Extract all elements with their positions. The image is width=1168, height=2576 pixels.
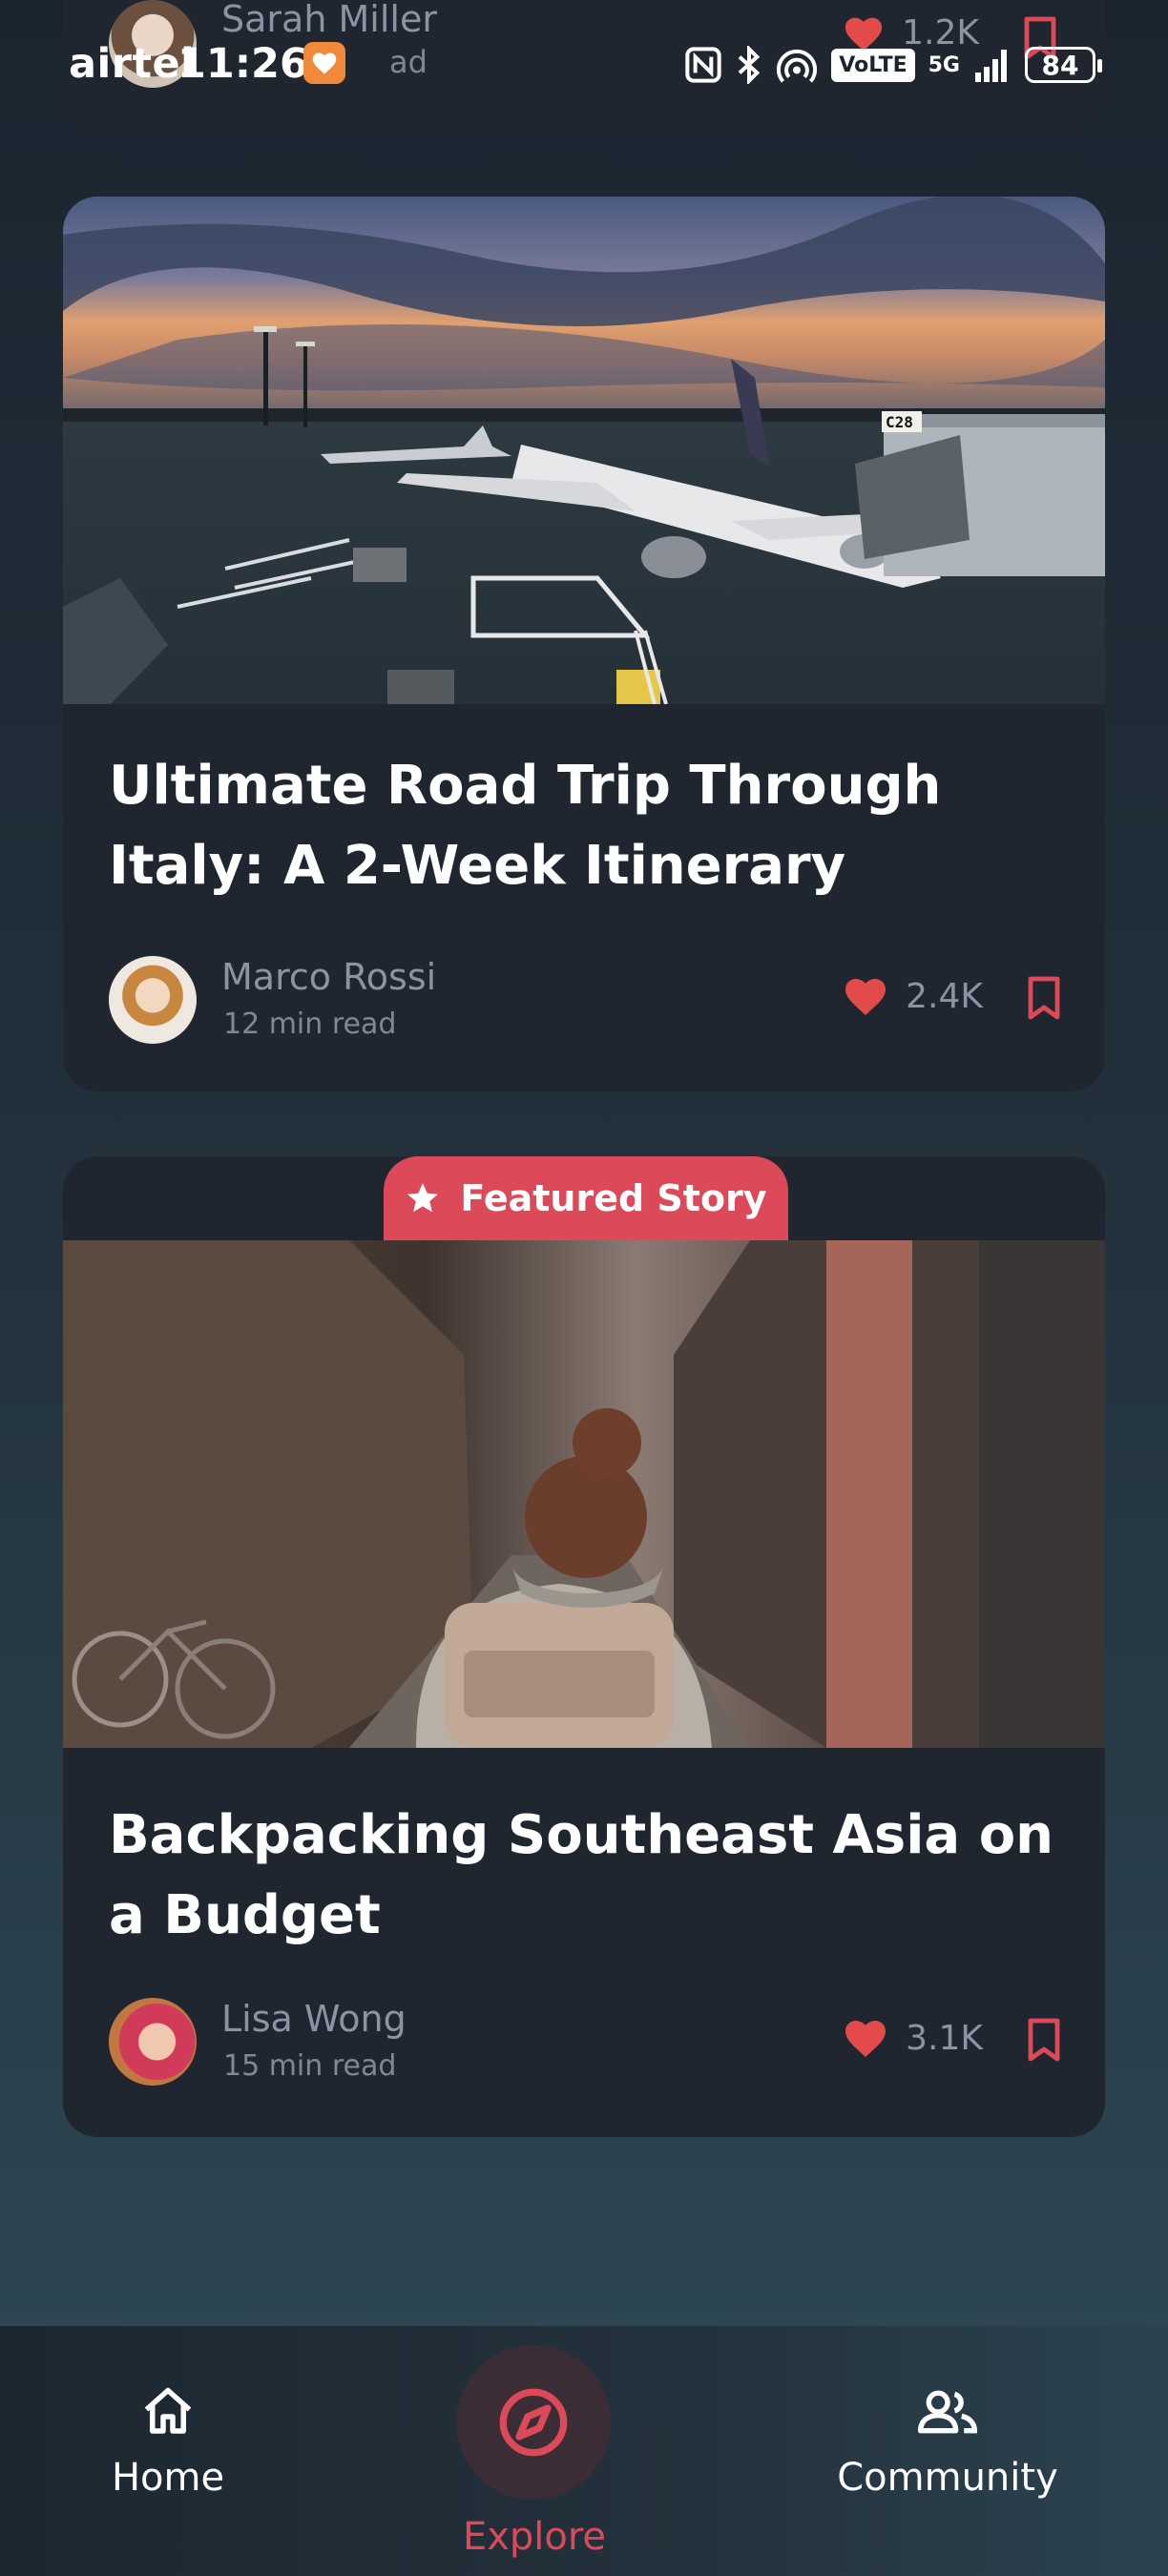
nav-explore-label[interactable]: Explore xyxy=(410,2515,658,2559)
nav-community[interactable]: Community xyxy=(830,2383,1065,2500)
clock: 11:26 xyxy=(177,40,308,88)
author-row: Marco Rossi 12 min read 2.4K xyxy=(109,956,1063,1048)
status-bar: airtel 11:26 VoLTE 5G 84 xyxy=(0,0,1168,134)
bottom-nav: Home Explore Community xyxy=(0,2326,1168,2576)
status-icons: VoLTE 5G 84 xyxy=(684,44,1102,86)
compass-icon xyxy=(499,2388,568,2457)
heart-icon xyxy=(845,2021,886,2057)
home-icon xyxy=(144,2387,192,2434)
bookmark-icon[interactable] xyxy=(1025,975,1063,1021)
nav-explore[interactable] xyxy=(456,2345,611,2500)
like-count: 2.4K xyxy=(906,976,983,1016)
like-button[interactable]: 3.1K xyxy=(843,2017,983,2059)
signal-icon xyxy=(975,50,1007,82)
community-icon xyxy=(917,2390,978,2434)
article-title[interactable]: Backpacking Southeast Asia on a Budget xyxy=(109,1796,1063,1956)
battery-icon: 84 xyxy=(1025,47,1102,83)
article-image: C28 xyxy=(63,197,1105,704)
featured-badge: Featured Story xyxy=(384,1156,788,1240)
volte-icon: VoLTE xyxy=(831,48,915,82)
read-time: 15 min read xyxy=(223,2049,397,2083)
network-type: 5G xyxy=(928,52,960,77)
like-count: 3.1K xyxy=(906,2018,983,2058)
battery-level: 84 xyxy=(1041,49,1079,81)
app-notification-icon xyxy=(303,42,345,84)
star-icon xyxy=(407,1183,439,1213)
heart-icon xyxy=(845,979,886,1015)
author-avatar xyxy=(109,956,197,1044)
nav-home-label: Home xyxy=(111,2456,225,2500)
like-button[interactable]: 2.4K xyxy=(843,975,983,1017)
article-image xyxy=(63,1240,1105,1748)
featured-badge-label: Featured Story xyxy=(460,1177,767,1219)
nfc-icon xyxy=(685,47,721,83)
author-name[interactable]: Marco Rossi xyxy=(221,956,436,998)
hotspot-icon xyxy=(777,49,818,83)
nav-community-label: Community xyxy=(837,2456,1058,2500)
nav-home[interactable]: Home xyxy=(92,2383,244,2500)
carrier-name: airtel xyxy=(69,40,196,88)
article-title[interactable]: Ultimate Road Trip Through Italy: A 2-We… xyxy=(109,746,1063,906)
article-card[interactable]: C28 Ultimate Road Trip Through Italy: A … xyxy=(63,197,1105,1091)
bookmark-icon[interactable] xyxy=(1025,2017,1063,2063)
featured-article-card[interactable]: Featured Story Backpacking Southeast Asi… xyxy=(63,1156,1105,2137)
svg-text:C28: C28 xyxy=(886,413,913,431)
author-row: Lisa Wong 15 min read 3.1K xyxy=(109,1998,1063,2089)
read-time: 12 min read xyxy=(223,1008,397,1041)
author-avatar xyxy=(109,1998,197,2086)
bluetooth-icon xyxy=(738,46,761,84)
author-name[interactable]: Lisa Wong xyxy=(221,1998,407,2040)
